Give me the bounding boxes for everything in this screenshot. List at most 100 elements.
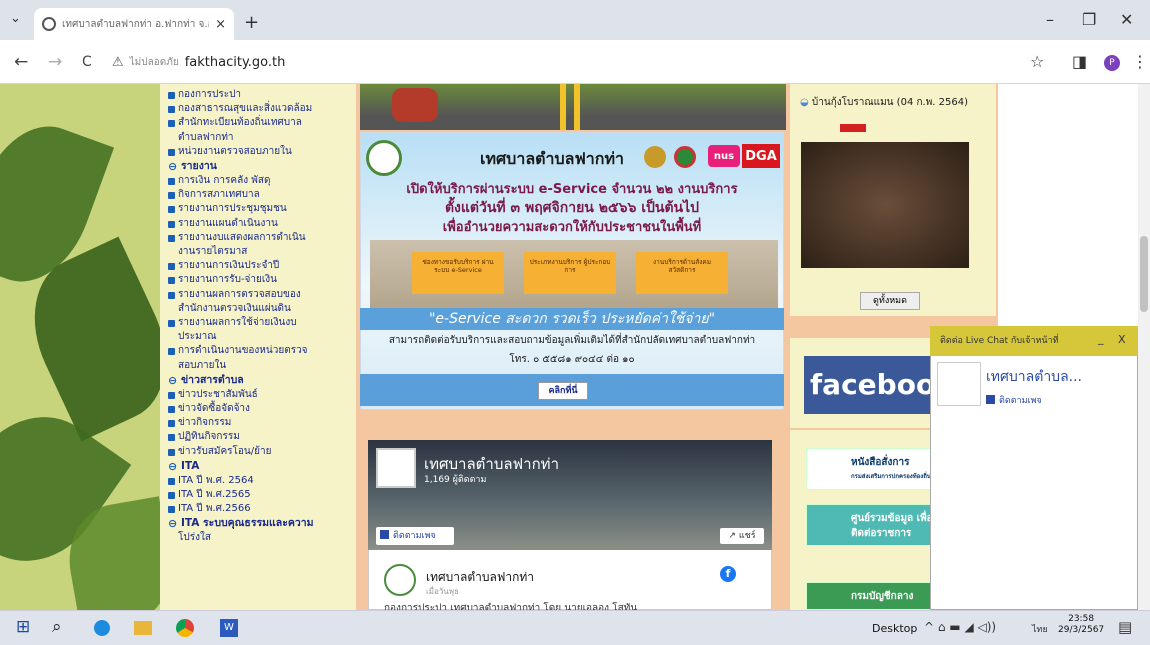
sidebar-menu-item[interactable]: หน่วยงานตรวจสอบภายใน	[168, 145, 356, 159]
facebook-page-avatar[interactable]	[376, 448, 416, 488]
sidebar-section-header[interactable]: รายงาน	[168, 159, 356, 174]
sidebar-menu-item[interactable]: ITA ปี พ.ศ.2566	[168, 502, 356, 516]
sidebar-menu-item[interactable]: ITA ปี พ.ศ. 2564	[168, 474, 356, 488]
sidebar-menu-item[interactable]: รายงานการรับ-จ่ายเงิน	[168, 273, 356, 287]
banner-title: เทศบาลตำบลฟากท่า	[480, 149, 624, 168]
sidebar-menu-item[interactable]: ข่าวประชาสัมพันธ์	[168, 388, 356, 402]
service-box-2: ประเภทงานบริการ ผู้ประกอบการ	[524, 252, 616, 294]
dga-logo: DGA	[742, 144, 780, 168]
sidebar-menu-item[interactable]: ตำบลฟากท่า	[168, 131, 356, 145]
chat-follow-button[interactable]: ติดตามเพจ	[986, 393, 1042, 407]
bookmark-star-icon[interactable]: ☆	[1030, 52, 1044, 71]
sidebar-menu-item[interactable]: รายงานผลการใช้จ่ายเงินงบ	[168, 316, 356, 330]
link-banner-orders-label: หนังสือสั่งการ	[851, 457, 910, 468]
clock-time: 23:58	[1068, 614, 1095, 624]
click-here-button[interactable]: คลิกที่นี่	[538, 382, 588, 400]
new-tab-button[interactable]: +	[244, 12, 259, 33]
clock[interactable]: 23:58 29/3/2567	[1058, 614, 1104, 636]
sidebar-menu-item[interactable]: สอบภายใน	[168, 359, 356, 373]
file-explorer-icon[interactable]	[134, 621, 152, 635]
sidebar-menu-item[interactable]: การดำเนินงานของหน่วยตรวจ	[168, 344, 356, 358]
chat-follow-label: ติดตามเพจ	[999, 396, 1042, 406]
facebook-logo-icon[interactable]: f	[720, 566, 736, 582]
share-icon: ↗	[728, 531, 739, 541]
share-button[interactable]: ↗ แชร์	[720, 528, 764, 544]
start-icon[interactable]: ⊞	[16, 617, 30, 637]
profile-avatar[interactable]: P	[1104, 55, 1120, 71]
phone-text: โทร. ๐ ๕๕๘๑ ๙๐๔๔ ต่อ ๑๐	[509, 354, 635, 365]
chat-close-button[interactable]: X	[1118, 333, 1126, 346]
chat-page-avatar[interactable]	[937, 362, 981, 406]
live-chat-header[interactable]: ติดต่อ Live Chat กับเจ้าหน้าที่	[930, 326, 1138, 356]
link-banner-orders-sub: กรมส่งเสริมการปกครองท้องถิ่น	[851, 473, 931, 480]
album-icon: ◒	[800, 97, 812, 108]
maximize-button[interactable]: ❐	[1082, 10, 1096, 29]
language-indicator[interactable]: ไทย	[1032, 622, 1048, 636]
link-banner-cgd[interactable]: กรมบัญชีกลาง	[806, 582, 936, 610]
system-tray-icons[interactable]: ^ ⌂ ▬ ◢ ◁))	[924, 620, 996, 634]
back-button[interactable]: ←	[14, 52, 28, 72]
sidebar-section-header[interactable]: ข่าวสารตำบล	[168, 373, 356, 388]
sidebar-menu-item[interactable]: รายงานงบแสดงผลการดำเนิน	[168, 231, 356, 245]
search-icon[interactable]: ⌕	[52, 617, 62, 637]
photo-title[interactable]: ◒ บ้านกุ้งโบราณแมน (04 ก.พ. 2564)	[800, 96, 990, 110]
sidebar-menu-item[interactable]: ITA ปี พ.ศ.2565	[168, 488, 356, 502]
sidebar-menu-item[interactable]: ปฏิทินกิจกรรม	[168, 430, 356, 444]
sidebar-menu-item[interactable]: รายงานการเงินประจำปี	[168, 259, 356, 273]
gallery-photo[interactable]	[801, 142, 969, 268]
see-all-button[interactable]: ดูทั้งหมด	[860, 292, 920, 310]
sidebar-menu-item[interactable]: โปร่งใส	[168, 531, 356, 545]
scrollbar-thumb[interactable]	[1140, 236, 1148, 312]
address-bar[interactable]: ⚠ ไม่ปลอดภัย fakthacity.go.th	[112, 50, 1002, 74]
chat-page-name[interactable]: เทศบาลตำบล...	[986, 366, 1082, 388]
sidebar-menu-item[interactable]: ข่าวกิจกรรม	[168, 416, 356, 430]
desktop-toolbar[interactable]: Desktop	[872, 622, 917, 635]
edge-icon[interactable]	[94, 620, 110, 636]
link-banner-orders[interactable]: หนังสือสั่งการกรมส่งเสริมการปกครองท้องถิ…	[806, 448, 936, 490]
browser-menu-icon[interactable]: ⋮	[1132, 52, 1148, 71]
forward-button[interactable]: →	[48, 52, 62, 72]
facebook-banner[interactable]: facebook	[804, 356, 944, 414]
chat-minimize-button[interactable]: _	[1098, 332, 1104, 345]
sidebar-menu-item[interactable]: งานรายไตรมาส	[168, 245, 356, 259]
sidebar-menu-item[interactable]: สำนักงานตรวจเงินแผ่นดิน	[168, 302, 356, 316]
minimize-button[interactable]: –	[1046, 10, 1054, 29]
leaf-background	[0, 84, 160, 610]
sidebar-menu-item[interactable]: รายงานการประชุมชุมชน	[168, 202, 356, 216]
notification-icon[interactable]: ▤	[1118, 618, 1132, 636]
seal-logo-icon	[644, 146, 666, 168]
sidebar-menu-item[interactable]: รายงานผลการตรวจสอบของ	[168, 288, 356, 302]
contact-text: สามารถติดต่อรับบริการและสอบถามข้อมูลเพิ่…	[388, 335, 756, 346]
browser-tab[interactable]: เทศบาลตำบลฟากท่า อ.ฟากท่า จ.อุตรดิตถ์ - …	[34, 8, 234, 40]
sidebar-menu-item[interactable]: ประมาณ	[168, 330, 356, 344]
sidebar-menu-item[interactable]: กิจการสภาเทศบาล	[168, 188, 356, 202]
post-avatar[interactable]	[384, 564, 416, 596]
sidebar-section-header[interactable]: ITA	[168, 459, 356, 474]
page-scrollbar[interactable]	[1138, 84, 1150, 610]
link-banner-info-center[interactable]: ศูนย์รวมข้อมูล เพื่อติดต่อราชการ	[806, 504, 936, 546]
photo-title-text: บ้านกุ้งโบราณแมน (04 ก.พ. 2564)	[811, 97, 969, 108]
follow-page-label: ติดตามเพจ	[393, 531, 436, 541]
sidebar-menu-item[interactable]: ข่าวรับสมัครโอน/ย้าย	[168, 445, 356, 459]
not-secure-label: ไม่ปลอดภัย	[129, 56, 179, 68]
sidebar-section-header[interactable]: ITA ระบบคุณธรรมและความ	[168, 516, 356, 531]
sidebar-menu-item[interactable]: กองการประปา	[168, 88, 356, 102]
chrome-icon[interactable]	[176, 619, 194, 637]
municipality-logo	[366, 140, 402, 176]
sidebar-menu-item[interactable]: การเงิน การคลัง พัสดุ	[168, 174, 356, 188]
word-icon[interactable]: W	[220, 619, 238, 637]
post-time[interactable]: เมื่อวันพุธ	[426, 585, 459, 598]
facebook-followers: 1,169 ผู้ติดตาม	[424, 475, 487, 485]
follow-page-button[interactable]: ติดตามเพจ	[376, 527, 454, 545]
facebook-icon	[986, 395, 995, 404]
close-window-button[interactable]: ✕	[1120, 10, 1133, 29]
tab-search-button[interactable]: ⌄	[10, 11, 21, 26]
tab-close-button[interactable]: ×	[215, 17, 226, 32]
new-badge	[840, 124, 866, 132]
reload-button[interactable]: C	[82, 54, 92, 70]
sidebar-menu-item[interactable]: กองสาธารณสุขและสิ่งแวดล้อม	[168, 102, 356, 116]
sidebar-menu-item[interactable]: รายงานแผนดำเนินงาน	[168, 217, 356, 231]
side-panel-icon[interactable]: ◨	[1072, 52, 1087, 71]
sidebar-menu-item[interactable]: สำนักทะเบียนท้องถิ่นเทศบาล	[168, 116, 356, 130]
sidebar-menu-item[interactable]: ข่าวจัดซื้อจัดจ้าง	[168, 402, 356, 416]
